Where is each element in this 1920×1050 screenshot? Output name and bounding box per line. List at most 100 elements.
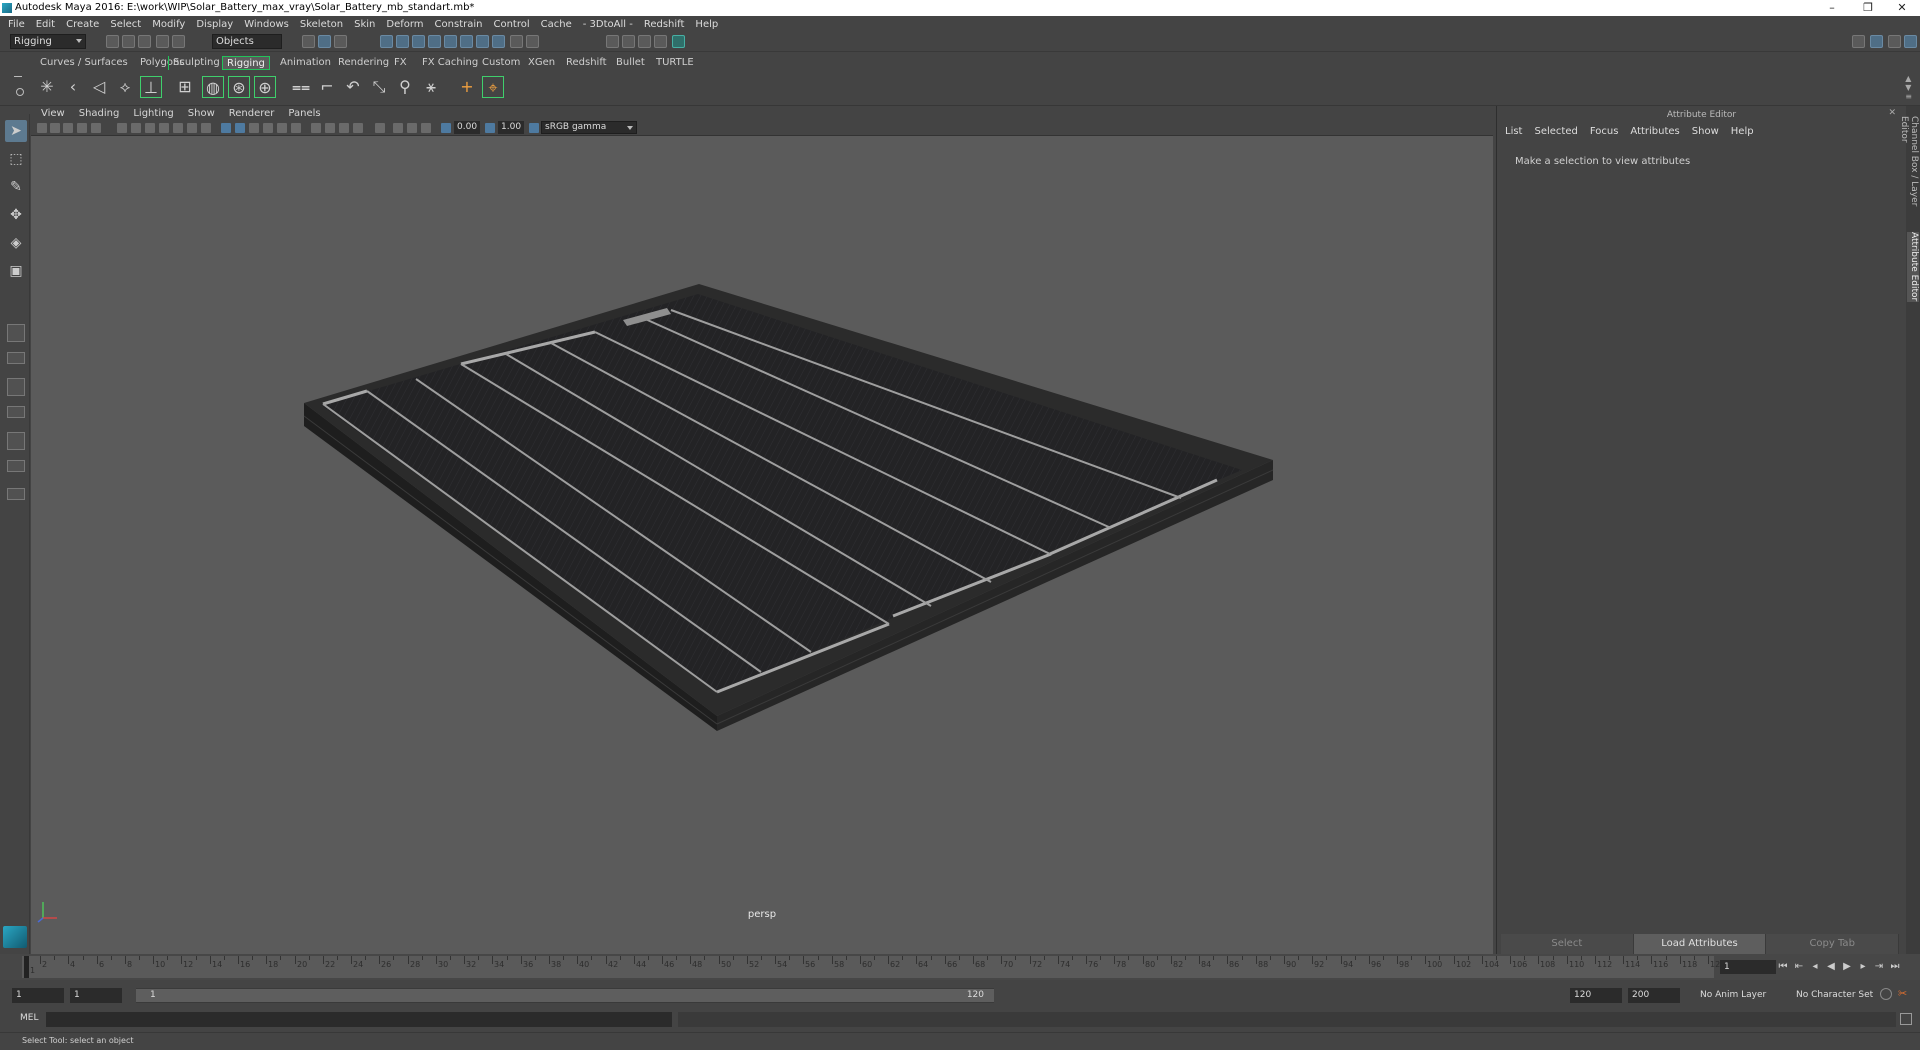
menu-create[interactable]: Create [66, 19, 99, 30]
ipr-render-icon[interactable] [638, 35, 651, 48]
menu-help[interactable]: Help [695, 19, 718, 30]
time-slider-track[interactable]: 2 4 6 8 10 12 14 16 18 20 22 24 26 28 30 32 34 36 38 40 42 44… [22, 956, 1725, 978]
new-scene-icon[interactable] [106, 35, 119, 48]
persp-graph-layout-icon[interactable] [7, 406, 25, 418]
motion-blur-icon[interactable] [325, 123, 335, 133]
move-tool-icon[interactable]: ✥ [5, 204, 27, 226]
outliner-persp-layout-icon[interactable] [7, 460, 25, 472]
viewport-menu-lighting[interactable]: Lighting [133, 108, 173, 119]
script-editor-icon[interactable] [1900, 1013, 1912, 1025]
menu-cache[interactable]: Cache [541, 19, 572, 30]
close-button[interactable]: ✕ [1884, 0, 1920, 16]
shelf-tab-xgen[interactable]: XGen [524, 56, 559, 70]
shadows-icon[interactable] [291, 123, 301, 133]
copy-tab-button[interactable]: Copy Tab [1766, 934, 1900, 954]
smooth-bind-icon[interactable]: ⊞ [174, 76, 196, 98]
bookmark-icon[interactable] [63, 123, 73, 133]
tab-attribute-editor[interactable]: Attribute Editor [1907, 232, 1919, 302]
attr-menu-show[interactable]: Show [1692, 126, 1719, 137]
insert-joint-icon[interactable]: ⟡ [114, 76, 136, 98]
color-management-icon[interactable] [529, 123, 539, 133]
current-time-marker[interactable] [24, 956, 29, 978]
menu-edit[interactable]: Edit [36, 19, 55, 30]
playback-start-field[interactable]: 1 [70, 988, 122, 1003]
menu-modify[interactable]: Modify [152, 19, 185, 30]
snap-together-icon[interactable] [460, 35, 473, 48]
layout-options-icon[interactable] [7, 488, 25, 500]
range-slider-track[interactable]: 1 120 [136, 988, 994, 1003]
menu-control[interactable]: Control [493, 19, 529, 30]
view-transform-dropdown[interactable]: sRGB gamma [541, 121, 637, 134]
shelf-tab-sculpting[interactable]: Sculpting [168, 56, 225, 70]
use-all-lights-icon[interactable] [277, 123, 287, 133]
shelf-tab-custom[interactable]: Custom [478, 56, 524, 70]
restore-button[interactable]: ❐ [1850, 0, 1886, 16]
locator-icon[interactable]: + [456, 76, 478, 98]
gamma-field[interactable]: 1.00 [498, 121, 524, 134]
step-forward-key-icon[interactable]: ⇥ [1872, 960, 1886, 974]
shelf-tab-fx[interactable]: FX [390, 56, 411, 70]
snap-vertex-icon[interactable] [476, 35, 489, 48]
wireframe-icon[interactable] [221, 123, 231, 133]
maya-home-icon[interactable] [3, 926, 27, 948]
xray-icon[interactable] [393, 123, 403, 133]
lock-icon[interactable] [510, 35, 523, 48]
viewport-menu-renderer[interactable]: Renderer [229, 108, 275, 119]
persp-outliner-layout-icon[interactable] [7, 378, 25, 396]
character-set-dropdown[interactable]: No Character Set [1792, 988, 1882, 1003]
smooth-shade-icon[interactable] [235, 123, 245, 133]
menu-display[interactable]: Display [196, 19, 233, 30]
exposure-field[interactable]: 0.00 [454, 121, 480, 134]
render-settings-icon[interactable] [654, 35, 667, 48]
shelf-tab-turtle[interactable]: TURTLE [652, 56, 698, 70]
go-to-end-icon[interactable]: ⏭ [1888, 960, 1902, 974]
step-back-frame-icon[interactable]: ◂ [1808, 960, 1822, 974]
current-frame-field[interactable]: 1 [1720, 960, 1776, 974]
panel-close-icon[interactable]: ✕ [1888, 108, 1896, 118]
paint-weights-icon[interactable]: ◍ [202, 76, 224, 98]
scale-tool-icon[interactable]: ▣ [5, 260, 27, 282]
grid-icon[interactable] [117, 123, 127, 133]
select-tool-icon[interactable]: ➤ [5, 120, 27, 142]
image-plane-icon[interactable] [77, 123, 87, 133]
snap-normal-icon[interactable] [492, 35, 505, 48]
attr-menu-focus[interactable]: Focus [1590, 126, 1619, 137]
workspace-icon[interactable] [1852, 35, 1865, 48]
exposure-icon[interactable] [441, 123, 451, 133]
lasso-tool-icon[interactable]: ⬚ [5, 148, 27, 170]
open-scene-icon[interactable] [122, 35, 135, 48]
camera-attributes-icon[interactable] [50, 123, 60, 133]
menu-redshift[interactable]: Redshift [644, 19, 685, 30]
gamma-icon[interactable] [485, 123, 495, 133]
joint-tool-icon[interactable]: ✳ [36, 76, 58, 98]
animation-end-field[interactable]: 200 [1628, 988, 1680, 1003]
point-constraint-icon[interactable]: ⌖ [482, 76, 504, 98]
select-button[interactable]: Select [1501, 934, 1634, 954]
animation-preferences-icon[interactable]: ✂ [1898, 988, 1910, 1000]
blend-shape-icon[interactable]: ⚹ [420, 76, 442, 98]
sculpt-deformer-icon[interactable]: ⤡ [368, 76, 390, 98]
shelf-tab-curves-surfaces[interactable]: Curves / Surfaces [36, 56, 132, 70]
show-channel-box-icon[interactable] [1904, 35, 1917, 48]
hypershade-icon[interactable] [672, 35, 685, 48]
attr-menu-selected[interactable]: Selected [1534, 126, 1577, 137]
redo-icon[interactable] [172, 35, 185, 48]
isolate-select-icon[interactable] [375, 123, 385, 133]
anti-aliasing-icon[interactable] [339, 123, 349, 133]
playback-end-field[interactable]: 120 [1570, 988, 1622, 1003]
rigid-bind-icon[interactable]: ⊛ [228, 76, 250, 98]
depth-of-field-icon[interactable] [353, 123, 363, 133]
wire-deformer-icon[interactable]: ↶ [342, 76, 364, 98]
show-tool-settings-icon[interactable] [1888, 35, 1901, 48]
menu-3dtoall[interactable]: - 3DtoAll - [583, 19, 633, 30]
snap-curve-icon[interactable] [396, 35, 409, 48]
mirror-joint-icon[interactable]: ⊥ [140, 76, 162, 98]
shelf-scroll-icon[interactable]: ▲ ▼ ≡ [1905, 74, 1912, 101]
film-gate-icon[interactable] [131, 123, 141, 133]
safe-action-icon[interactable] [187, 123, 197, 133]
menu-select[interactable]: Select [110, 19, 141, 30]
gate-mask-icon[interactable] [159, 123, 169, 133]
menu-deform[interactable]: Deform [386, 19, 423, 30]
menu-windows[interactable]: Windows [244, 19, 289, 30]
load-attributes-button[interactable]: Load Attributes [1633, 934, 1767, 954]
